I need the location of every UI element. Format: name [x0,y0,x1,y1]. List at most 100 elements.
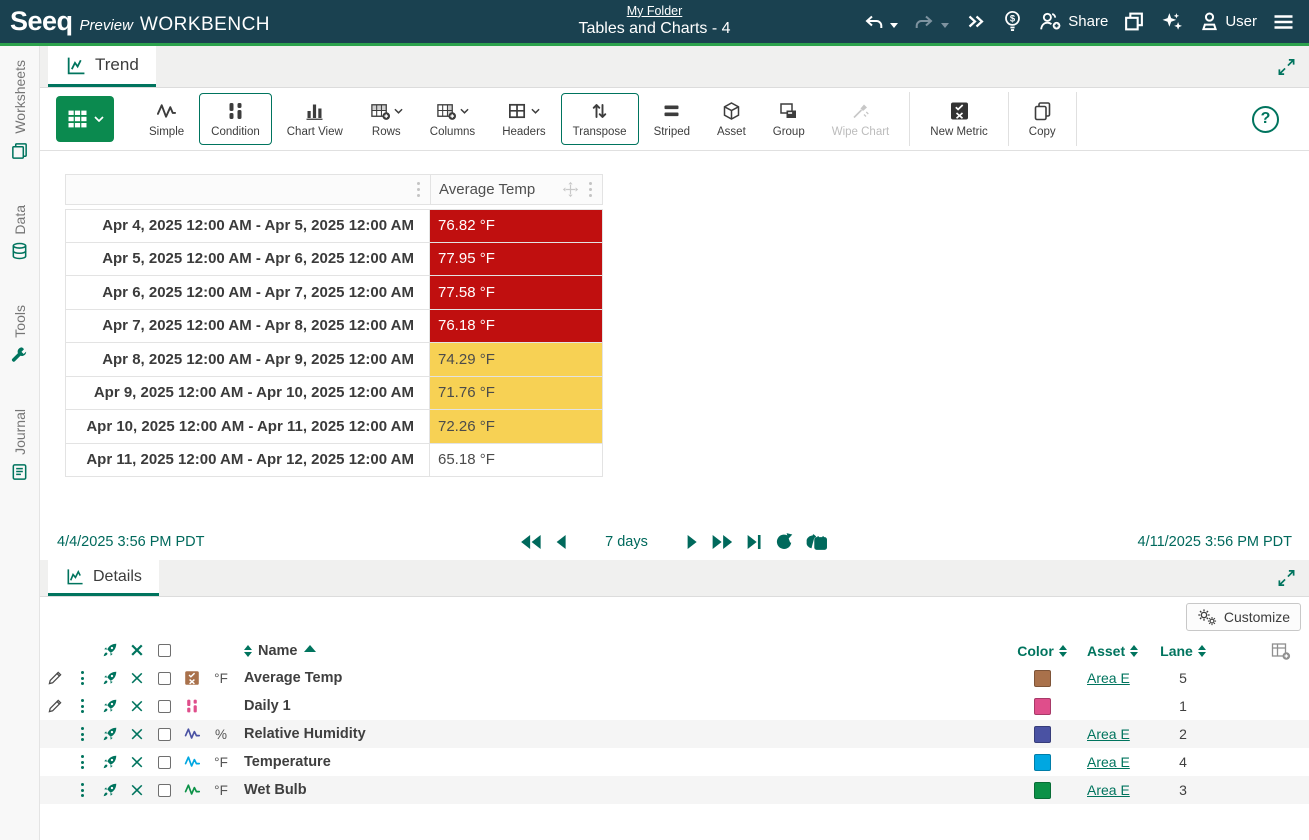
database-icon [12,242,27,260]
headers-button[interactable]: Headers [490,93,557,145]
striped-button[interactable]: Striped [642,93,702,145]
row-checkbox[interactable] [157,783,171,797]
sidebar-item-worksheets[interactable]: Worksheets [10,60,29,161]
color-column-header[interactable]: Color [1017,643,1054,659]
row-checkbox[interactable] [157,671,171,685]
range-end-datetime[interactable]: 4/11/2025 3:56 PM PDT [1138,534,1293,550]
send-all-to-worksheet-icon[interactable] [101,642,118,659]
row-menu-icon[interactable] [79,669,86,687]
step-forward-icon[interactable] [687,534,699,550]
asset-link[interactable]: Area E [1087,754,1130,770]
duplicate-worksheet-button[interactable] [1123,11,1145,32]
send-to-worksheet-icon[interactable] [101,698,118,715]
transpose-button[interactable]: Transpose [560,93,639,145]
sidebar-item-journal[interactable]: Journal [10,409,29,482]
name-column-header[interactable]: Name [258,643,298,659]
color-swatch[interactable] [1033,669,1051,687]
send-to-worksheet-icon[interactable] [101,782,118,799]
row-checkbox[interactable] [157,727,171,741]
remove-item-icon[interactable]: × [129,668,145,688]
simple-mode-button[interactable]: Simple [137,93,196,145]
tab-trend[interactable]: Trend [48,46,156,87]
copy-time-range-icon[interactable] [806,532,830,552]
edit-pencil-icon[interactable] [47,698,63,714]
asset-column-header[interactable]: Asset [1087,643,1125,659]
forward-history-button[interactable] [964,12,987,32]
columns-button[interactable]: Columns [418,93,487,145]
color-swatch[interactable] [1033,697,1051,715]
color-swatch[interactable] [1033,753,1051,771]
refresh-icon[interactable] [775,532,794,551]
color-swatch[interactable] [1033,725,1051,743]
table-row: Apr 9, 2025 12:00 AM - Apr 10, 2025 12:0… [65,376,603,410]
row-menu-icon[interactable] [79,697,86,715]
remove-all-icon[interactable]: × [129,641,145,660]
maximize-trend-button[interactable] [1277,57,1296,76]
share-button[interactable]: Share [1038,11,1108,32]
remove-item-icon[interactable]: × [129,752,145,772]
sort-toggle-icon[interactable] [1197,644,1206,657]
table-view-selector-button[interactable] [56,96,114,142]
maximize-details-button[interactable] [1277,569,1296,588]
row-menu-icon[interactable] [79,781,86,799]
color-swatch[interactable] [1033,781,1051,799]
sort-toggle-icon[interactable] [1058,644,1067,657]
select-all-checkbox[interactable] [157,644,171,657]
column-menu-icon[interactable] [415,180,423,200]
lane-column-header[interactable]: Lane [1160,643,1193,659]
customize-button[interactable]: Customize [1185,603,1301,631]
undo-button[interactable] [862,12,899,32]
asset-button[interactable]: Asset [705,93,758,145]
sort-toggle-icon[interactable] [1130,644,1139,657]
step-back-double-icon[interactable] [519,534,541,550]
redo-dropdown-icon[interactable] [941,23,950,28]
breadcrumb[interactable]: My Folder [578,4,730,20]
usage-button[interactable]: $ [1002,10,1023,33]
step-forward-double-icon[interactable] [712,534,734,550]
asset-link[interactable]: Area E [1087,726,1130,742]
range-start-datetime[interactable]: 4/4/2025 3:56 PM PDT [57,534,205,550]
new-metric-button[interactable]: New Metric [918,93,1000,145]
send-to-worksheet-icon[interactable] [101,754,118,771]
journal-icon [12,463,27,480]
row-checkbox[interactable] [157,699,171,713]
seeq-logo[interactable]: Seeq Preview WORKBENCH [10,6,270,37]
brand-name: Seeq [10,6,73,36]
edit-pencil-icon[interactable] [47,670,63,686]
send-to-worksheet-icon[interactable] [101,670,118,687]
asset-link[interactable]: Area E [1087,782,1130,798]
send-to-worksheet-icon[interactable] [101,726,118,743]
remove-item-icon[interactable]: × [129,724,145,744]
details-row: × °F Temperature Area E 4 [40,748,1309,776]
duration-label[interactable]: 7 days [605,534,648,550]
remove-item-icon[interactable]: × [129,780,145,800]
striped-icon [664,105,679,116]
rows-button[interactable]: Rows [358,93,415,145]
condition-mode-button[interactable]: Condition [199,93,272,145]
copy-button[interactable]: Copy [1017,93,1068,145]
row-menu-icon[interactable] [79,725,86,743]
remove-item-icon[interactable]: × [129,696,145,716]
sidebar-item-data[interactable]: Data [10,205,29,262]
sort-toggle-icon[interactable] [244,644,252,657]
chart-view-button[interactable]: Chart View [275,93,355,145]
group-button[interactable]: Group [761,93,817,145]
value-cell: 65.18 °F [430,443,603,476]
move-column-icon[interactable] [562,181,579,198]
wipe-chart-button[interactable]: Wipe Chart [820,93,902,145]
redo-button[interactable] [913,12,950,32]
column-menu-icon[interactable] [587,180,595,200]
tab-details[interactable]: Details [48,560,159,596]
ai-assistant-button[interactable] [1160,11,1184,32]
step-to-end-icon[interactable] [747,534,762,550]
main-menu-button[interactable] [1272,12,1295,32]
row-menu-icon[interactable] [79,753,86,771]
undo-dropdown-icon[interactable] [890,23,899,28]
asset-link[interactable]: Area E [1087,670,1130,686]
step-back-icon[interactable] [554,534,566,550]
row-checkbox[interactable] [157,755,171,769]
help-button[interactable]: ? [1252,105,1279,133]
add-column-icon[interactable] [1269,641,1292,661]
sidebar-item-tools[interactable]: Tools [10,305,29,365]
user-menu-button[interactable]: User [1199,11,1257,32]
